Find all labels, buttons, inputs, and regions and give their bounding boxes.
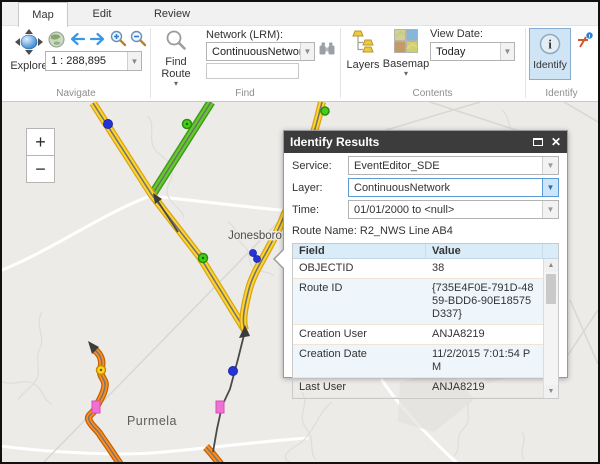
identify-route-icon: i bbox=[576, 32, 594, 49]
back-arrow-icon bbox=[68, 31, 86, 47]
table-header-row: Field Value bbox=[293, 244, 558, 259]
magnifier-plus-icon bbox=[110, 30, 127, 47]
time-dropdown-arrow-icon[interactable]: ▼ bbox=[542, 201, 558, 218]
map-zoom-in-button[interactable]: + bbox=[26, 128, 55, 156]
service-label: Service: bbox=[292, 160, 348, 172]
view-date-dropdown-arrow-icon[interactable]: ▼ bbox=[500, 43, 514, 60]
blue-point-marker bbox=[229, 367, 238, 376]
explore-pan-icon bbox=[15, 29, 43, 58]
layers-icon bbox=[351, 29, 376, 57]
close-icon[interactable]: ✕ bbox=[551, 136, 561, 148]
tab-review[interactable]: Review bbox=[136, 2, 208, 26]
map-label-purmela: Purmela bbox=[127, 414, 177, 428]
ribbon-tab-bar: Map Edit Review bbox=[2, 2, 598, 26]
scroll-up-arrow-icon[interactable]: ▲ bbox=[544, 259, 558, 272]
layers-button[interactable]: Layers bbox=[344, 29, 382, 71]
service-dropdown-arrow-icon[interactable]: ▼ bbox=[542, 157, 558, 174]
magnifier-icon bbox=[165, 29, 187, 54]
view-date-label: View Date: bbox=[430, 28, 483, 40]
scale-dropdown-arrow-icon[interactable]: ▼ bbox=[127, 52, 141, 70]
event-editor-window: Map Edit Review Explore bbox=[0, 0, 600, 464]
green-point-center bbox=[186, 123, 188, 125]
map-zoom-out-button[interactable]: − bbox=[26, 155, 55, 183]
zoom-in-tool-button[interactable] bbox=[110, 30, 127, 52]
route-name-line: Route Name: R2_NWS Line AB4 bbox=[292, 225, 559, 239]
blue-point-marker bbox=[104, 120, 113, 129]
identify-results-popup: Identify Results ✕ Service: EventEditor_… bbox=[283, 130, 568, 378]
column-header-field: Field bbox=[293, 244, 426, 258]
identify-location-marker bbox=[254, 256, 261, 263]
popup-title: Identify Results bbox=[290, 135, 533, 149]
tab-edit[interactable]: Edit bbox=[70, 2, 134, 26]
basemap-icon bbox=[394, 29, 418, 56]
attributes-table: Field Value OBJECTID 38 Route ID {735E4F… bbox=[292, 243, 559, 399]
find-route-button[interactable]: Find Route ▾ bbox=[156, 29, 196, 87]
green-point-center bbox=[202, 257, 204, 259]
map-label-jonesboro: Jonesboro bbox=[228, 230, 282, 242]
identify-route-tool-button[interactable]: i bbox=[576, 32, 594, 54]
previous-extent-button[interactable] bbox=[68, 31, 86, 52]
identify-button[interactable]: i Identify bbox=[529, 28, 571, 80]
forward-arrow-icon bbox=[89, 31, 107, 47]
scroll-down-arrow-icon[interactable]: ▼ bbox=[544, 385, 558, 398]
group-label-identify: Identify bbox=[525, 88, 598, 99]
tab-map[interactable]: Map bbox=[18, 2, 68, 27]
basemap-button[interactable]: Basemap ▾ bbox=[384, 29, 428, 77]
binoculars-icon bbox=[319, 42, 335, 55]
find-route-dropdown-caret-icon: ▾ bbox=[174, 80, 178, 87]
full-extent-button[interactable] bbox=[48, 31, 65, 53]
layer-combobox[interactable]: ContinuousNetwork ▼ bbox=[348, 178, 559, 197]
identify-info-icon: i bbox=[538, 32, 562, 59]
svg-text:i: i bbox=[548, 37, 552, 52]
view-date-combobox[interactable]: Today ▼ bbox=[430, 42, 515, 61]
service-combobox[interactable]: EventEditor_SDE ▼ bbox=[348, 156, 559, 175]
network-lrm-label: Network (LRM): bbox=[206, 29, 283, 41]
network-dropdown-arrow-icon[interactable]: ▼ bbox=[300, 43, 314, 60]
search-routes-button[interactable] bbox=[319, 42, 335, 60]
route-yellow-main[interactable] bbox=[93, 103, 245, 330]
time-label: Time: bbox=[292, 204, 348, 216]
group-label-contents: Contents bbox=[340, 88, 525, 99]
table-row: Route ID {735E4F0E-791D-4859-BDD6-90E185… bbox=[293, 279, 543, 325]
network-lrm-combobox[interactable]: ContinuousNetwork ▼ bbox=[206, 42, 315, 61]
group-label-navigate: Navigate bbox=[2, 88, 150, 99]
map-zoom-control: + − bbox=[26, 128, 55, 183]
globe-icon bbox=[48, 31, 65, 48]
scrollbar-thumb[interactable] bbox=[546, 274, 556, 304]
table-row: OBJECTID 38 bbox=[293, 259, 543, 279]
map-scale-combobox[interactable]: 1 : 288,895 ▼ bbox=[45, 51, 142, 71]
group-label-find: Find bbox=[150, 88, 340, 99]
popup-title-bar[interactable]: Identify Results ✕ bbox=[284, 131, 567, 153]
table-scrollbar[interactable]: ▲ ▼ bbox=[543, 259, 558, 398]
table-row: Last User ANJA8219 bbox=[293, 378, 543, 398]
table-row: Creation Date 11/2/2015 7:01:54 PM bbox=[293, 345, 543, 378]
maximize-icon[interactable] bbox=[533, 138, 543, 146]
pink-square-marker bbox=[92, 401, 100, 413]
basemap-dropdown-caret-icon: ▾ bbox=[404, 70, 408, 77]
route-green[interactable] bbox=[152, 102, 211, 195]
table-row: Creation User ANJA8219 bbox=[293, 325, 543, 345]
layer-dropdown-arrow-icon[interactable]: ▼ bbox=[542, 179, 558, 196]
pink-square-marker bbox=[216, 401, 224, 413]
magnifier-minus-icon bbox=[130, 30, 147, 47]
ribbon: Explore bbox=[2, 26, 598, 102]
layer-label: Layer: bbox=[292, 182, 348, 194]
map-canvas[interactable]: Jonesboro Purmela + − Identify Results ✕… bbox=[2, 102, 598, 462]
yellow-ring-center bbox=[100, 369, 102, 371]
find-route-input[interactable] bbox=[206, 63, 299, 79]
column-header-value: Value bbox=[426, 244, 543, 258]
zoom-out-tool-button[interactable] bbox=[130, 30, 147, 52]
green-point-marker bbox=[321, 107, 329, 115]
time-combobox[interactable]: 01/01/2000 to <null> ▼ bbox=[348, 200, 559, 219]
next-extent-button[interactable] bbox=[89, 31, 107, 52]
